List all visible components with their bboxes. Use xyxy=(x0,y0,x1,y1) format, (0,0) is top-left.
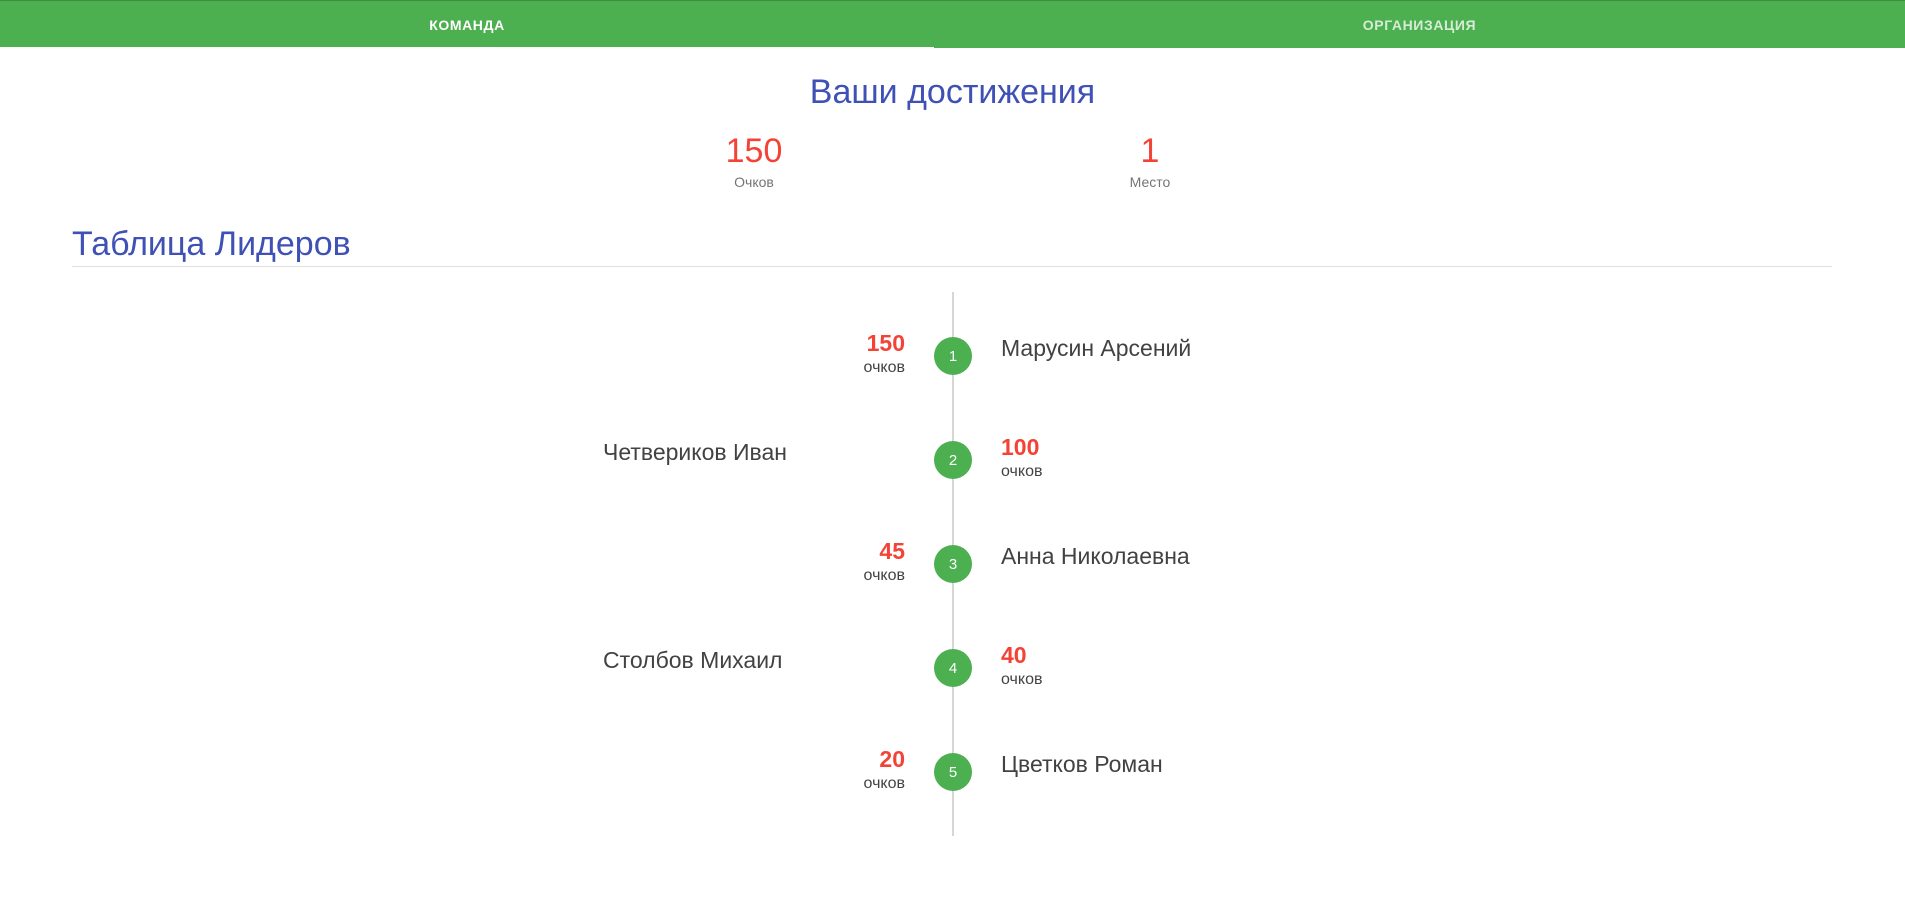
leaderboard-name-4: Столбов Михаил xyxy=(603,647,783,673)
leaderboard-name-3: Анна Николаевна xyxy=(1001,543,1190,569)
leaderboard-name-5: Цветков Роман xyxy=(1001,751,1163,777)
rank-badge-4: 4 xyxy=(934,649,972,687)
score-value: 45 xyxy=(879,538,905,564)
rank-badge-2: 2 xyxy=(934,441,972,479)
leaderboard-score-3: 45 очков xyxy=(785,538,905,585)
section-divider xyxy=(72,266,1832,267)
score-unit: очков xyxy=(863,359,905,376)
points-stat: 150 Очков xyxy=(654,132,854,190)
active-tab-indicator xyxy=(0,47,934,49)
points-label: Очков xyxy=(734,174,774,190)
achievements-title: Ваши достижения xyxy=(809,73,1096,111)
place-stat: 1 Место xyxy=(1050,132,1250,190)
leaderboard-name-2: Четвериков Иван xyxy=(603,439,787,465)
rank-badge-5: 5 xyxy=(934,753,972,791)
points-value: 150 xyxy=(725,132,783,170)
score-value: 150 xyxy=(866,330,905,356)
place-label: Место xyxy=(1129,174,1171,190)
rank-badge-1: 1 xyxy=(934,337,972,375)
leaderboard-title: Таблица Лидеров xyxy=(72,225,351,263)
top-tab-bar: КОМАНДА ОРГАНИЗАЦИЯ xyxy=(0,0,1905,49)
place-value: 1 xyxy=(1140,132,1160,170)
rank-badge-3: 3 xyxy=(934,545,972,583)
leaderboard-score-4: 40 очков xyxy=(1001,642,1121,689)
score-unit: очков xyxy=(863,775,905,792)
score-unit: очков xyxy=(863,567,905,584)
leaderboard-name-1: Марусин Арсений xyxy=(1001,335,1192,361)
leaderboard-score-1: 150 очков xyxy=(785,330,905,377)
leaderboard-score-2: 100 очков xyxy=(1001,434,1121,481)
score-unit: очков xyxy=(1001,463,1043,480)
tab-team[interactable]: КОМАНДА xyxy=(0,1,934,49)
leaderboard-score-5: 20 очков xyxy=(785,746,905,793)
tab-organization[interactable]: ОРГАНИЗАЦИЯ xyxy=(934,1,1905,49)
score-value: 100 xyxy=(1001,434,1040,460)
score-value: 20 xyxy=(879,746,905,772)
score-unit: очков xyxy=(1001,671,1043,688)
score-value: 40 xyxy=(1001,642,1027,668)
